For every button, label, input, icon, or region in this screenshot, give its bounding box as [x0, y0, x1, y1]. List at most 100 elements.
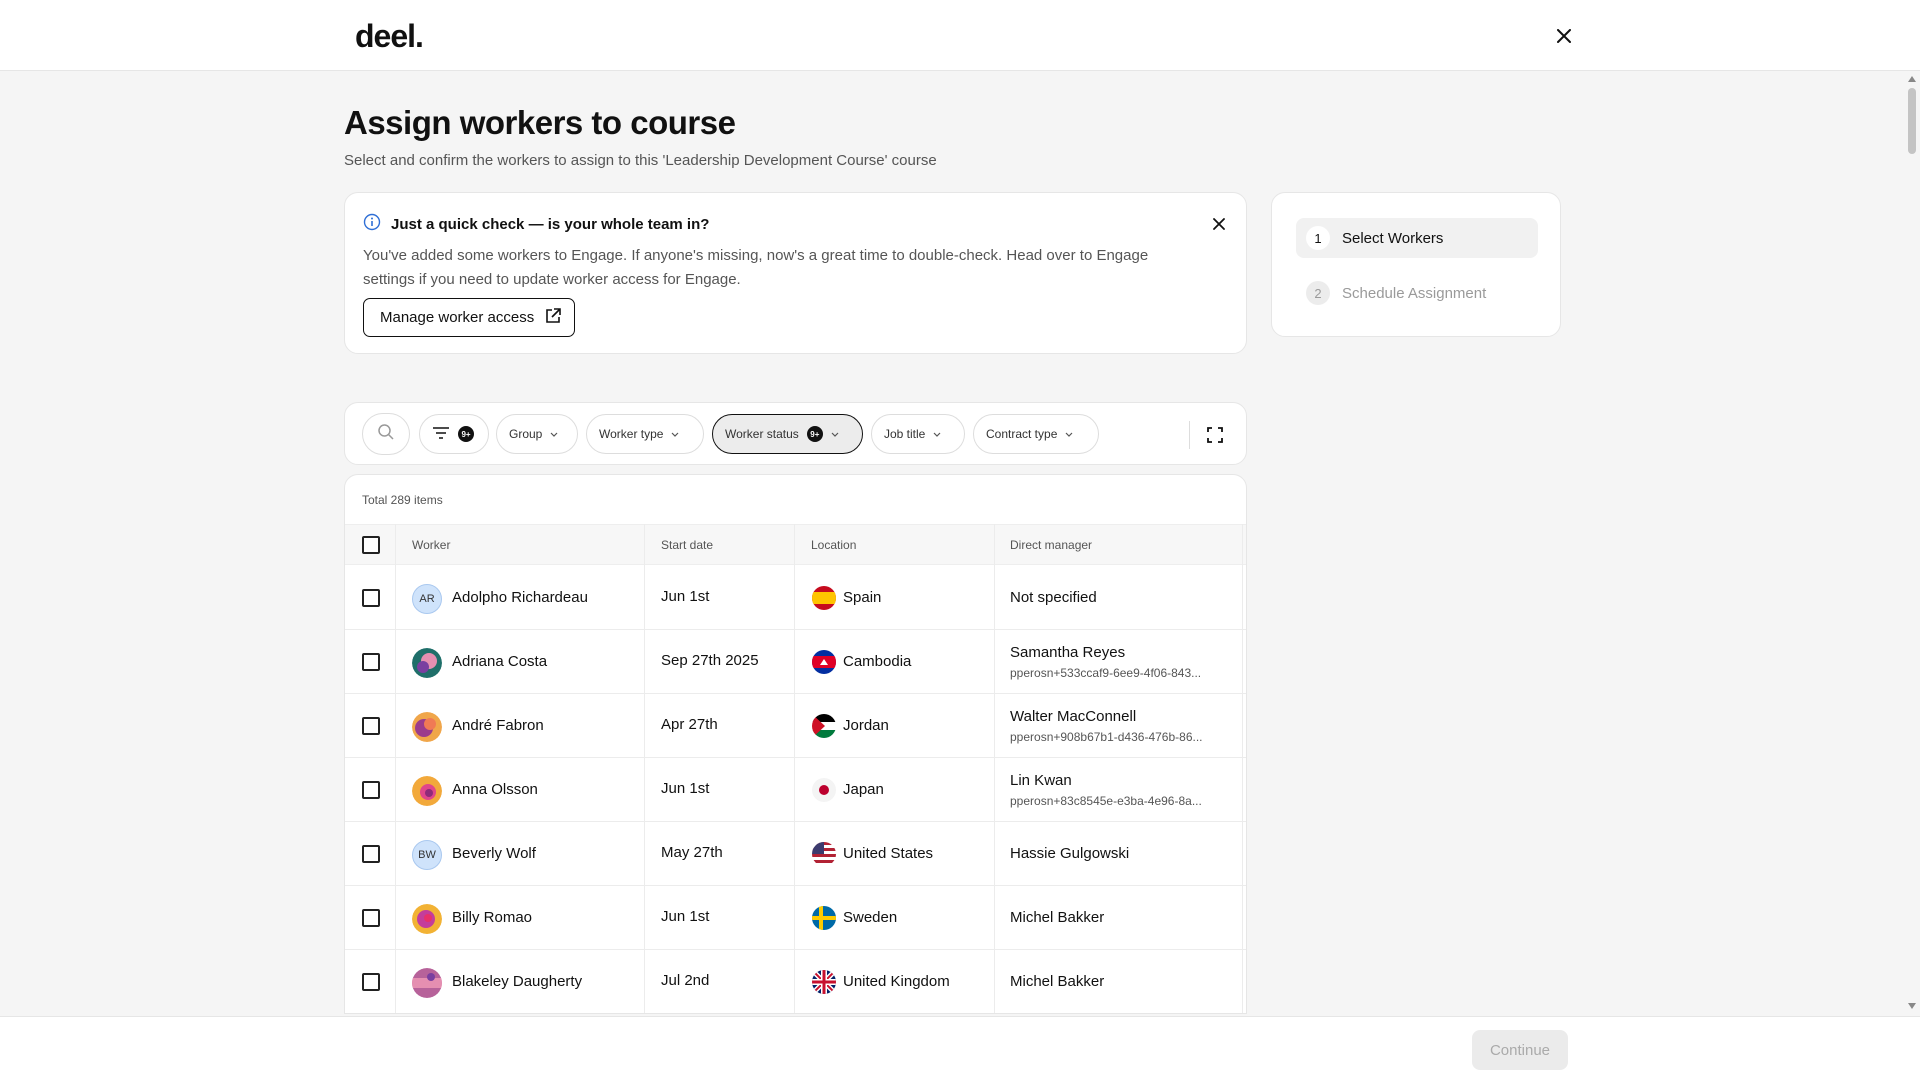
chevron-down-icon — [1065, 427, 1073, 441]
top-bar: deel. — [0, 0, 1920, 71]
page-title: Assign workers to course — [344, 104, 736, 141]
manager-name: Walter MacConnell — [1010, 708, 1137, 725]
japan-flag-icon — [812, 778, 836, 802]
banner-title: Just a quick check — is your whole team … — [391, 216, 710, 233]
united-kingdom-flag-icon — [812, 970, 836, 994]
table-row[interactable]: Blakeley Daugherty Jul 2nd United Kingdo… — [345, 950, 1246, 1013]
manager-email: pperosn+908b67b1-d436-476b-86... — [1010, 730, 1203, 744]
location: Cambodia — [843, 653, 912, 670]
avatar — [412, 712, 442, 742]
start-date: May 27th — [661, 844, 723, 861]
step-label: Schedule Assignment — [1342, 284, 1487, 302]
manager-name: Hassie Gulgowski — [1010, 845, 1130, 862]
location: Jordan — [843, 717, 889, 734]
table-row[interactable]: Adriana Costa Sep 27th 2025 Cambodia Sam… — [345, 630, 1246, 694]
table-row[interactable]: André Fabron Apr 27th Jordan Walter MacC… — [345, 694, 1246, 758]
info-icon — [363, 213, 381, 236]
worker-name: Anna Olsson — [452, 781, 538, 798]
table-row[interactable]: AR Adolpho Richardeau Jun 1st Spain Not … — [345, 566, 1246, 630]
chevron-down-icon — [671, 427, 679, 441]
banner-text: You've added some workers to Engage. If … — [363, 247, 1149, 288]
column-header-direct-manager[interactable]: Direct manager — [1010, 525, 1092, 565]
avatar: AR — [412, 584, 442, 614]
contract-type-filter-label: Contract type — [986, 427, 1058, 441]
select-all-checkbox[interactable] — [362, 536, 380, 554]
table-row[interactable]: Anna Olsson Jun 1st Japan Lin Kwan ppero… — [345, 758, 1246, 822]
worker-name: André Fabron — [452, 717, 544, 734]
column-header-start-date[interactable]: Start date — [661, 525, 713, 565]
external-link-icon — [544, 307, 562, 329]
worker-status-filter-label: Worker status — [725, 427, 799, 441]
footer-bar: Continue — [0, 1016, 1920, 1080]
deel-logo[interactable]: deel. — [355, 18, 424, 55]
row-checkbox[interactable] — [362, 973, 380, 991]
table-header: Worker Start date Location Direct manage… — [345, 524, 1246, 565]
column-header-location[interactable]: Location — [811, 525, 856, 565]
group-filter[interactable]: Group — [496, 414, 578, 454]
scrollbar-thumb[interactable] — [1908, 88, 1916, 154]
continue-button[interactable]: Continue — [1472, 1030, 1568, 1070]
row-checkbox[interactable] — [362, 909, 380, 927]
step-label: Select Workers — [1342, 229, 1444, 247]
filter-icon — [432, 426, 450, 443]
manager-name: Michel Bakker — [1010, 909, 1105, 926]
manager-name: Samantha Reyes — [1010, 644, 1126, 661]
worker-status-filter[interactable]: Worker status 9+ — [712, 414, 863, 454]
workers-table: Total 289 items Worker Start date Locati… — [344, 474, 1247, 1014]
avatar — [412, 648, 442, 678]
job-title-filter[interactable]: Job title — [871, 414, 965, 454]
start-date: Jun 1st — [661, 908, 710, 925]
page-subtitle: Select and confirm the workers to assign… — [344, 152, 937, 169]
scroll-down-arrow-icon[interactable] — [1908, 1003, 1916, 1009]
scroll-up-arrow-icon[interactable] — [1908, 76, 1916, 82]
manager-name: Lin Kwan — [1010, 772, 1072, 789]
filters-button[interactable]: 9+ — [419, 414, 489, 454]
row-checkbox[interactable] — [362, 653, 380, 671]
contract-type-filter[interactable]: Contract type — [973, 414, 1099, 454]
worker-status-count-badge: 9+ — [806, 426, 823, 442]
close-icon[interactable] — [1550, 22, 1578, 50]
table-row[interactable]: BW Beverly Wolf May 27th United States H… — [345, 822, 1246, 886]
job-title-filter-label: Job title — [884, 427, 926, 441]
table-row[interactable]: Billy Romao Jun 1st Sweden Michel Bakker — [345, 886, 1246, 950]
start-date: Sep 27th 2025 — [661, 652, 759, 669]
group-filter-label: Group — [509, 427, 543, 441]
jordan-flag-icon — [812, 714, 836, 738]
sweden-flag-icon — [812, 906, 836, 930]
step-schedule-assignment: 2 Schedule Assignment — [1296, 273, 1538, 313]
avatar — [412, 776, 442, 806]
start-date: Jul 2nd — [661, 972, 710, 989]
cambodia-flag-icon — [812, 650, 836, 674]
chevron-down-icon — [831, 427, 839, 441]
step-number: 2 — [1306, 281, 1330, 305]
row-checkbox[interactable] — [362, 717, 380, 735]
row-checkbox[interactable] — [362, 589, 380, 607]
manage-worker-access-label: Manage worker access — [380, 309, 535, 326]
divider — [1189, 421, 1190, 449]
worker-name: Adolpho Richardeau — [452, 589, 588, 606]
worker-type-filter[interactable]: Worker type — [586, 414, 704, 454]
step-number: 1 — [1306, 226, 1330, 250]
united-states-flag-icon — [812, 842, 836, 866]
start-date: Apr 27th — [661, 716, 718, 733]
row-checkbox[interactable] — [362, 781, 380, 799]
avatar: BW — [412, 840, 442, 870]
banner-close-icon[interactable] — [1208, 213, 1230, 235]
spain-flag-icon — [812, 586, 836, 610]
column-header-worker[interactable]: Worker — [412, 525, 450, 565]
row-checkbox[interactable] — [362, 845, 380, 863]
search-icon — [377, 423, 395, 446]
manager-email: pperosn+83c8545e-e3ba-4e96-8a... — [1010, 794, 1202, 808]
chevron-down-icon — [933, 427, 941, 441]
worker-name: Beverly Wolf — [452, 845, 536, 862]
manage-worker-access-button[interactable]: Manage worker access — [363, 298, 576, 337]
worker-type-filter-label: Worker type — [599, 427, 664, 441]
start-date: Jun 1st — [661, 588, 710, 605]
step-select-workers[interactable]: 1 Select Workers — [1296, 218, 1538, 258]
worker-name: Adriana Costa — [452, 653, 548, 670]
page-scrollbar[interactable] — [1904, 71, 1920, 1016]
location: United States — [843, 845, 934, 862]
assignment-stepper: 1 Select Workers 2 Schedule Assignment — [1271, 192, 1561, 337]
expand-icon[interactable] — [1201, 421, 1229, 449]
search-button[interactable] — [362, 413, 410, 455]
